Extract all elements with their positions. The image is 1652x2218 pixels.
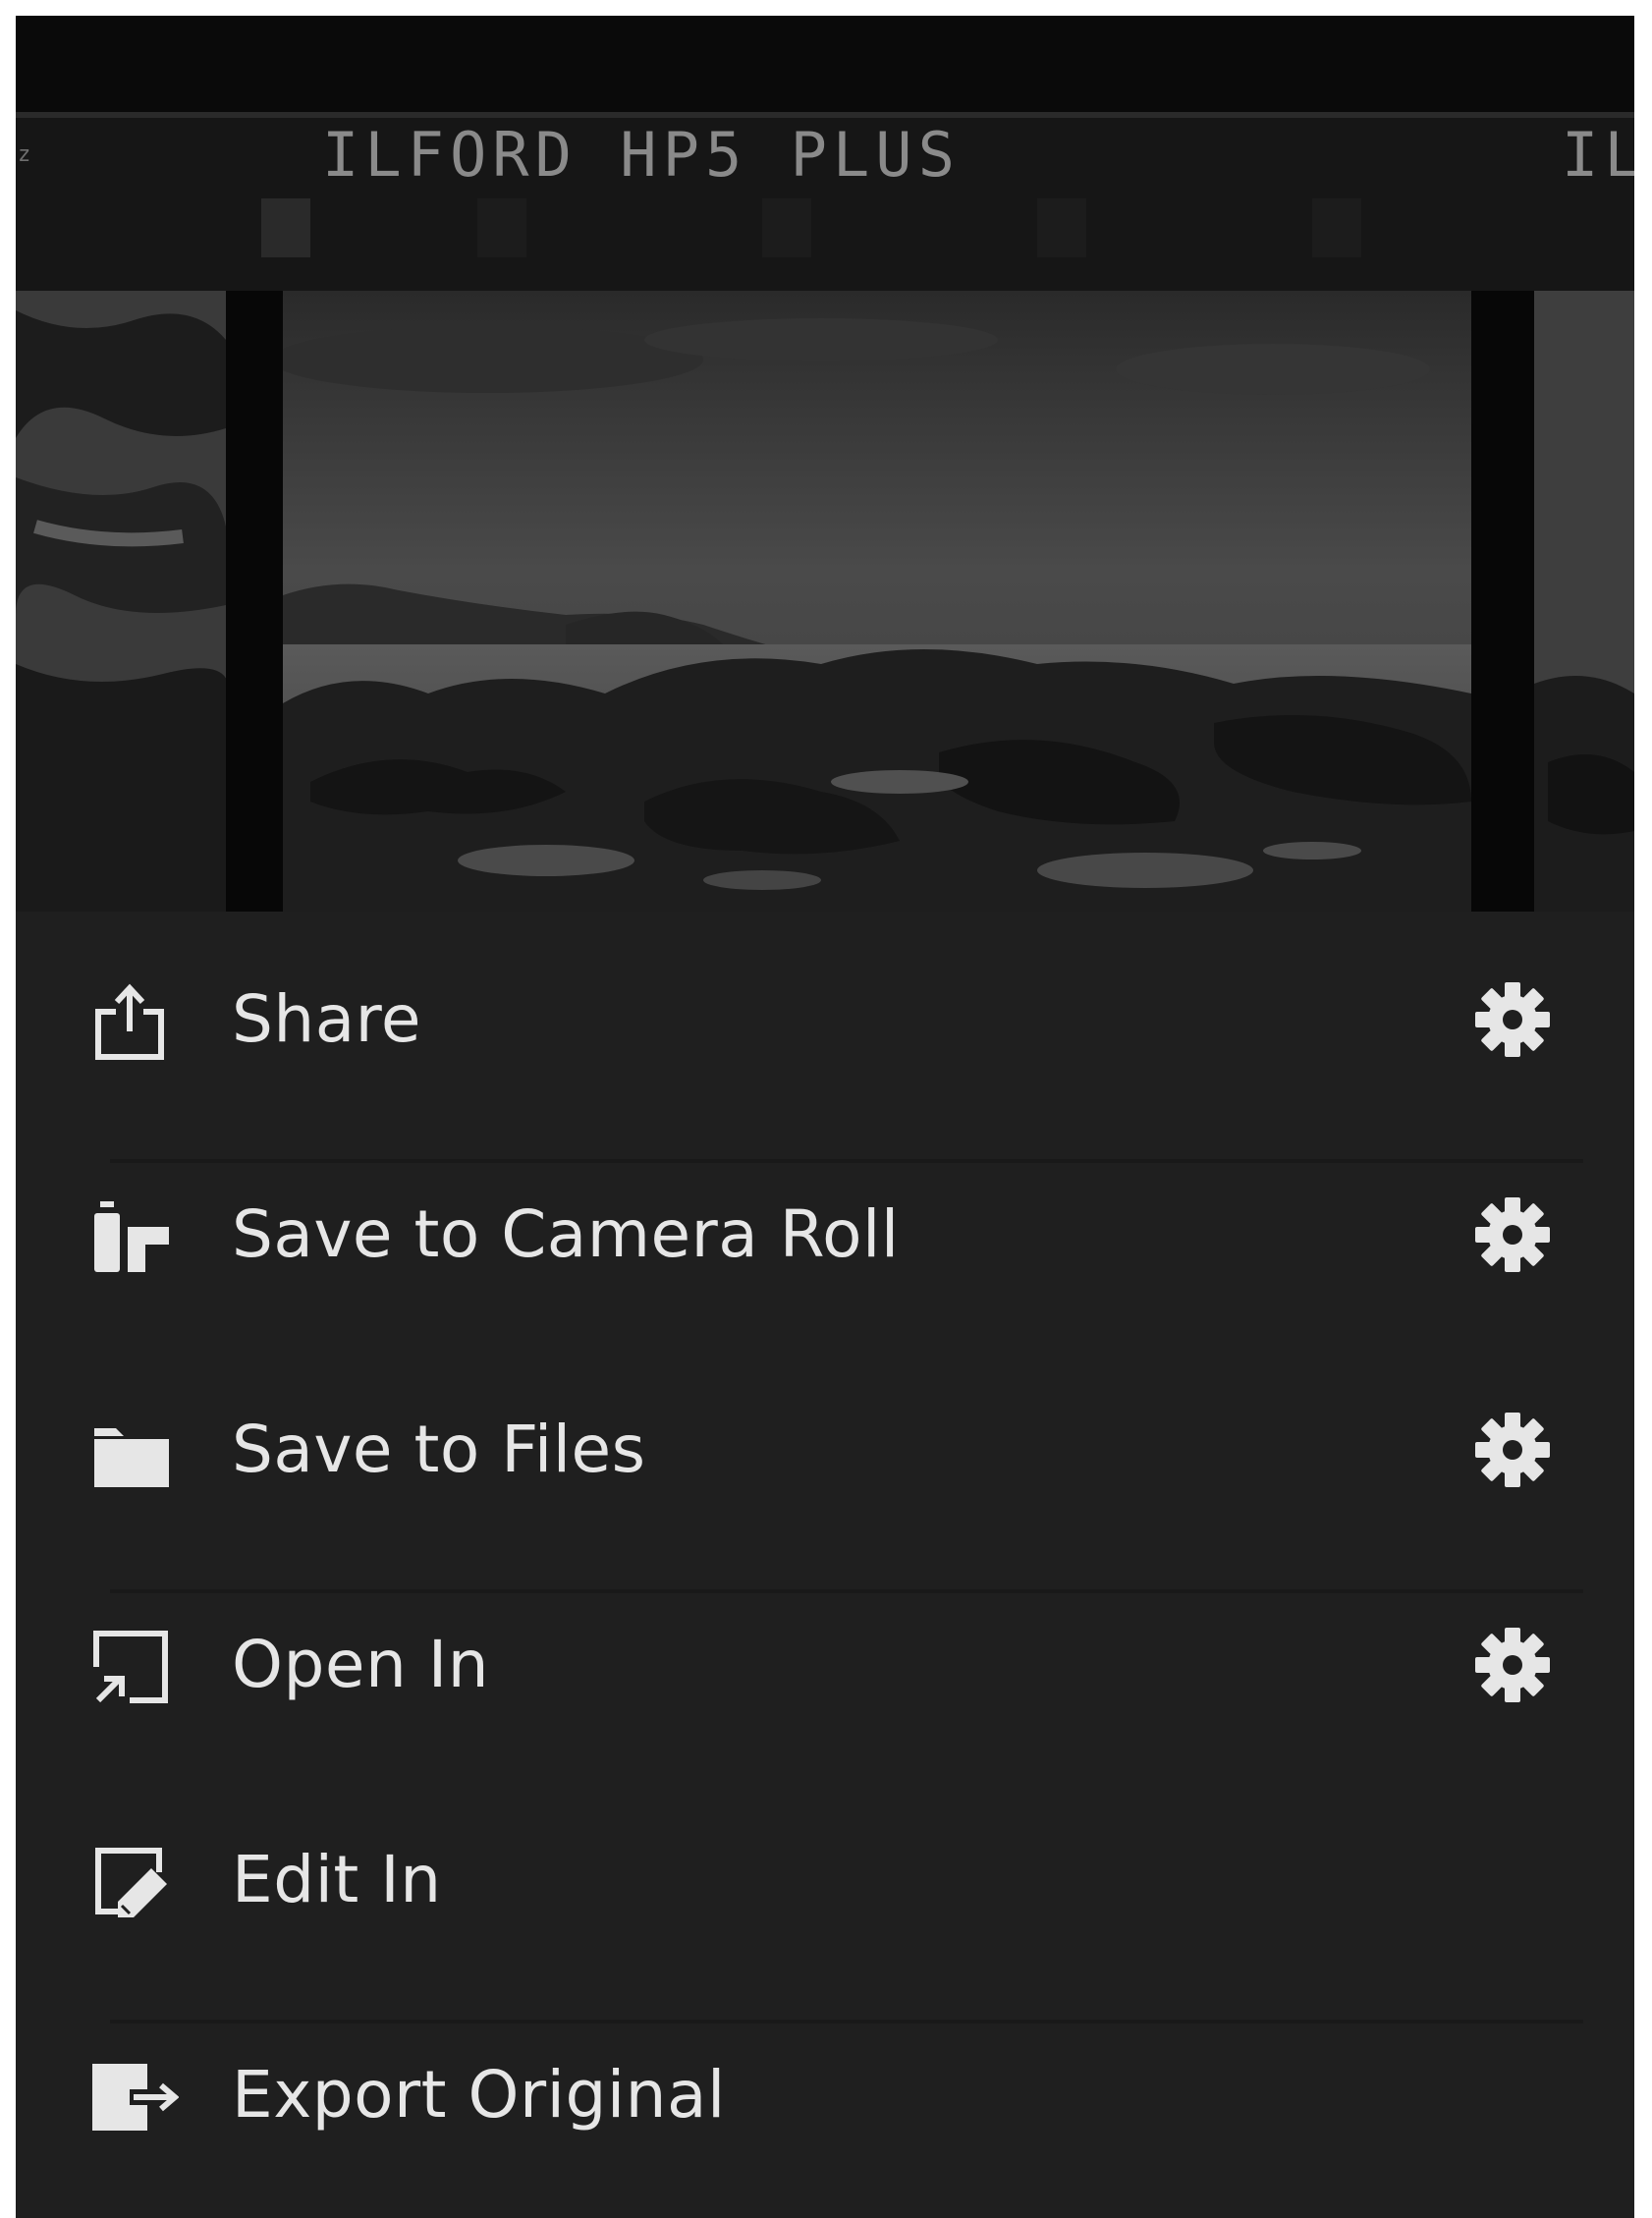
menu-item-label: Share [232, 981, 421, 1057]
menu-item-label: Open In [232, 1627, 490, 1702]
gear-icon[interactable] [1473, 1411, 1552, 1489]
menu-item-export-original[interactable]: Export Original [16, 1987, 1634, 2202]
menu-item-label: Save to Camera Roll [232, 1196, 900, 1272]
export-icon [92, 2064, 179, 2131]
menu-item-label: Export Original [232, 2057, 726, 2133]
folder-icon [94, 1428, 169, 1487]
film-strip-image: ILFORD HP5 PLUS ILI z [16, 16, 1634, 912]
camera-roll-icon [94, 1201, 169, 1272]
film-label-partial: ILI [1562, 119, 1634, 191]
export-screen: ILFORD HP5 PLUS ILI z [16, 16, 1634, 2218]
menu-item-share[interactable]: Share [16, 912, 1634, 1127]
film-label: ILFORD HP5 PLUS [322, 119, 961, 191]
menu-item-open-in[interactable]: Open In [16, 1557, 1634, 1772]
film-edge-mark: z [18, 142, 30, 167]
gear-icon[interactable] [1473, 980, 1552, 1059]
menu-item-edit-in[interactable]: Edit In [16, 1772, 1634, 1987]
photo-preview: ILFORD HP5 PLUS ILI z [16, 16, 1634, 912]
open-in-icon [93, 1631, 168, 1703]
menu-item-label: Save to Files [232, 1412, 646, 1487]
gear-icon[interactable] [1473, 1626, 1552, 1704]
edit-in-icon [95, 1848, 167, 1917]
gear-icon[interactable] [1473, 1195, 1552, 1274]
menu-item-save-to-camera-roll[interactable]: Save to Camera Roll [16, 1127, 1634, 1342]
export-options-menu: Share Save to Camera Roll Save to Files … [16, 912, 1634, 2218]
menu-item-label: Edit In [232, 1842, 442, 1917]
menu-item-save-to-files[interactable]: Save to Files [16, 1342, 1634, 1557]
share-icon [95, 983, 164, 1060]
